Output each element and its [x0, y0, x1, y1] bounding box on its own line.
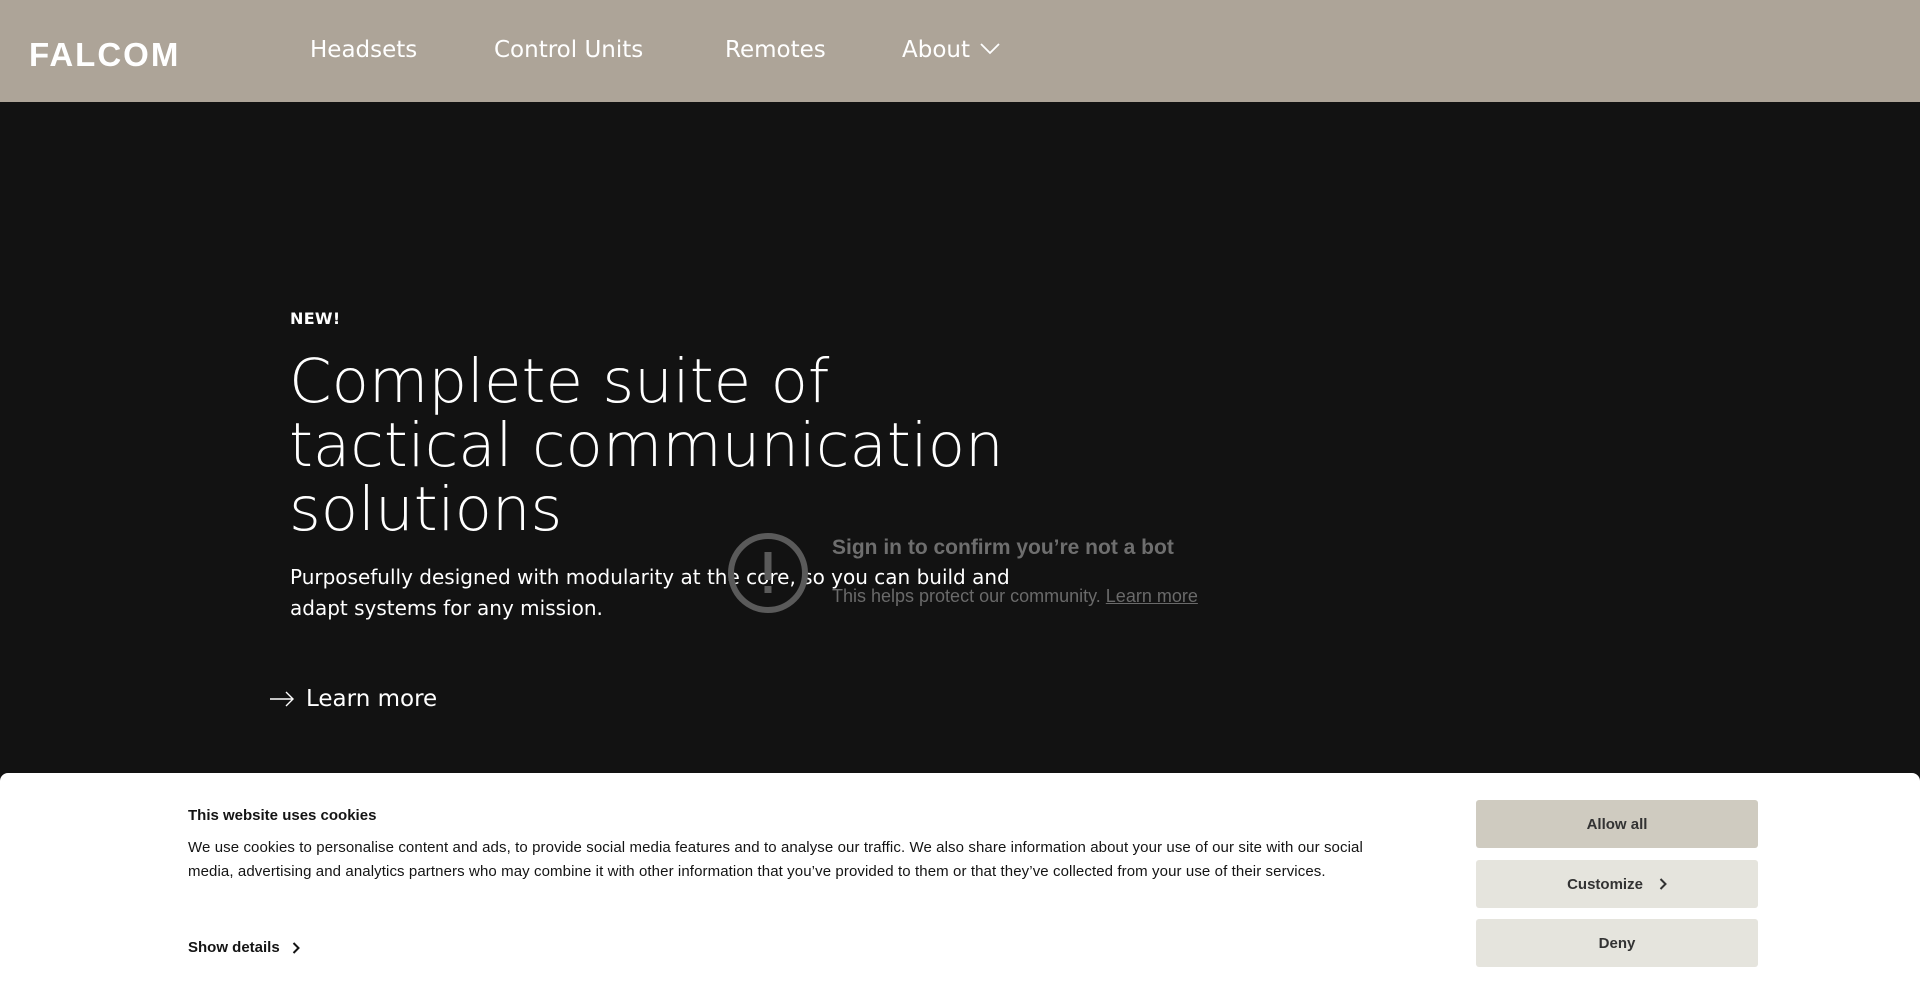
allow-all-label: Allow all — [1586, 815, 1648, 833]
bot-check-learn-more-link[interactable]: Learn more — [1106, 586, 1198, 606]
cookie-title: This website uses cookies — [188, 807, 377, 824]
alert-icon — [728, 533, 808, 613]
allow-all-button[interactable]: Allow all — [1476, 800, 1758, 848]
learn-more-label: Learn more — [306, 686, 438, 712]
deny-button[interactable]: Deny — [1476, 919, 1758, 967]
nav-about-label: About — [902, 37, 971, 63]
chevron-right-icon — [292, 941, 300, 954]
chevron-right-icon — [1659, 878, 1667, 890]
hero-title-line: solutions — [289, 474, 563, 545]
customize-button[interactable]: Customize — [1476, 860, 1758, 908]
deny-label: Deny — [1598, 934, 1636, 952]
show-details-link[interactable]: Show details — [188, 939, 300, 956]
chevron-down-icon — [980, 42, 1000, 54]
nav-about[interactable]: About — [902, 34, 1000, 66]
cookie-text: We use cookies to personalise content an… — [188, 839, 1363, 880]
arrow-right-icon — [270, 691, 294, 707]
bot-check-subtitle: This helps protect our community. Learn … — [832, 586, 1198, 607]
hero-title-line: Complete suite of — [289, 346, 830, 417]
bot-check-text: This helps protect our community. — [832, 586, 1101, 606]
customize-label: Customize — [1567, 875, 1643, 893]
bot-check-title: Sign in to confirm you’re not a bot — [832, 536, 1174, 559]
cookie-banner: This website uses cookies We use cookies… — [0, 773, 1920, 993]
falcom-logo[interactable]: FALCOM — [29, 36, 213, 76]
hero-title-line: tactical communication — [289, 410, 1004, 481]
nav-remotes[interactable]: Remotes — [725, 34, 826, 66]
hero-learn-more-link[interactable]: Learn more — [269, 684, 437, 714]
nav-control-units[interactable]: Control Units — [494, 34, 643, 66]
hero-tag: NEW! — [290, 309, 341, 328]
site-header: FALCOM Headsets Control Units Remotes Ab… — [0, 0, 1920, 102]
show-details-label: Show details — [188, 939, 280, 956]
logo-text: FALCOM — [29, 36, 180, 70]
nav-headsets[interactable]: Headsets — [310, 34, 417, 66]
hero-title: Complete suite of tactical communication… — [289, 350, 1029, 542]
logo-wordmark: FALCOM — [29, 36, 180, 73]
